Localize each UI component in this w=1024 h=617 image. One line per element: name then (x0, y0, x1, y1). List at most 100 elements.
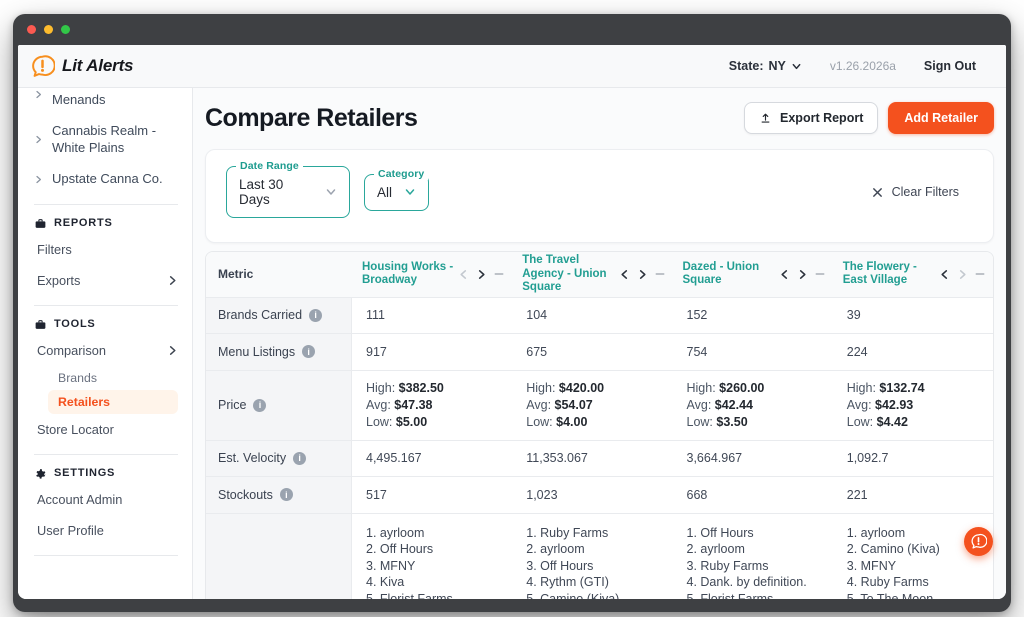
reports-section-header: REPORTS (34, 217, 178, 230)
move-column-left-icon[interactable] (619, 269, 630, 280)
metric-value: 4,495.167 (352, 441, 512, 476)
info-icon[interactable]: i (280, 488, 293, 501)
sidebar-retailer-menands[interactable]: Menands (34, 90, 178, 116)
metric-value: 668 (673, 477, 833, 513)
metric-value: 11,353.067 (512, 441, 672, 476)
category-value: All (377, 185, 392, 200)
app-content: Lit Alerts State: NY v1.26.2026a Sign Ou… (18, 45, 1006, 599)
table-row-price: Pricei High: $382.50 Avg: $47.38 Low: $5… (206, 371, 993, 441)
date-range-select[interactable]: Date Range Last 30 Days (226, 166, 350, 218)
retailer-column-header: Housing Works - Broadway (352, 252, 512, 297)
move-column-left-icon[interactable] (779, 269, 790, 280)
gear-icon (34, 467, 47, 480)
metric-value: 1,092.7 (833, 441, 993, 476)
price-breakdown: High: $382.50 Avg: $47.38 Low: $5.00 (366, 380, 444, 431)
zoom-window-button[interactable] (61, 25, 70, 34)
chevron-right-icon (34, 175, 43, 184)
sidebar-retailer-upstate-canna[interactable]: Upstate Canna Co. (34, 164, 178, 195)
sign-out-button[interactable]: Sign Out (924, 59, 976, 73)
window-titlebar (13, 14, 1011, 45)
divider (34, 204, 178, 205)
table-row-stockouts: Stockoutsi 517 1,023 668 221 (206, 477, 993, 514)
metric-value: 1,023 (512, 477, 672, 513)
close-window-button[interactable] (27, 25, 36, 34)
retailer-column-header: The Travel Agency - Union Square (512, 252, 672, 297)
export-icon (759, 112, 772, 125)
category-select[interactable]: Category All (364, 174, 429, 211)
chevron-down-icon (791, 61, 802, 72)
date-range-value: Last 30 Days (239, 177, 313, 207)
app-window: Lit Alerts State: NY v1.26.2026a Sign Ou… (13, 14, 1011, 612)
category-label: Category (374, 168, 428, 180)
metric-value: 754 (673, 334, 833, 370)
retailer-name-link[interactable]: The Travel Agency - Union Square (522, 254, 615, 295)
sidebar-retailer-cannabis-realm[interactable]: Cannabis Realm - White Plains (34, 116, 178, 164)
tools-section-header: TOOLS (34, 318, 178, 331)
retailer-name-link[interactable]: The Flowery - East Village (843, 261, 936, 288)
price-breakdown: High: $260.00 Avg: $42.44 Low: $3.50 (687, 380, 765, 431)
remove-column-icon[interactable] (494, 269, 504, 279)
metric-label: Brands Carried (218, 308, 302, 322)
info-icon[interactable]: i (253, 399, 266, 412)
sidebar-item-label: Menands (52, 92, 105, 109)
remove-column-icon[interactable] (975, 269, 985, 279)
table-row-brands-carried: Brands Carriedi 111 104 152 39 (206, 298, 993, 334)
metric-label: Stockouts (218, 488, 273, 502)
price-breakdown: High: $132.74 Avg: $42.93 Low: $4.42 (847, 380, 925, 431)
retailer-name-link[interactable]: Dazed - Union Square (683, 261, 776, 288)
metric-value: 675 (512, 334, 672, 370)
divider (34, 305, 178, 306)
sidebar-item-comparison[interactable]: Comparison (34, 335, 178, 366)
sidebar-item-retailers[interactable]: Retailers (48, 390, 178, 414)
move-column-right-icon[interactable] (797, 269, 808, 280)
divider (34, 555, 178, 556)
metric-value: 224 (833, 334, 993, 370)
retailer-name-link[interactable]: Housing Works - Broadway (362, 261, 455, 288)
remove-column-icon[interactable] (815, 269, 825, 279)
alert-bubble-icon (30, 54, 55, 79)
sidebar-item-store-locator[interactable]: Store Locator (34, 414, 178, 445)
minimize-window-button[interactable] (44, 25, 53, 34)
move-column-left-icon[interactable] (939, 269, 950, 280)
chevron-right-icon (167, 275, 178, 286)
sidebar-item-user-profile[interactable]: User Profile (34, 515, 178, 546)
help-fab-button[interactable] (964, 527, 993, 556)
table-row-menu-listings: Menu Listingsi 917 675 754 224 (206, 334, 993, 371)
retailer-column-header: The Flowery - East Village (833, 252, 993, 297)
top-brands-list: 1. ayrloom 2. Off Hours 3. MFNY 4. Kiva … (366, 516, 486, 599)
metric-value: 111 (352, 298, 512, 333)
sidebar-item-exports[interactable]: Exports (34, 265, 178, 296)
move-column-right-icon[interactable] (957, 269, 968, 280)
state-selector[interactable]: State: NY (729, 59, 802, 73)
alert-bubble-icon (970, 533, 987, 550)
metric-label: Menu Listings (218, 345, 295, 359)
info-icon[interactable]: i (293, 452, 306, 465)
remove-column-icon[interactable] (655, 269, 665, 279)
top-brands-list: 1. Ruby Farms 2. ayrloom 3. Off Hours 4.… (526, 516, 619, 599)
info-icon[interactable]: i (309, 309, 322, 322)
move-column-right-icon[interactable] (637, 269, 648, 280)
export-report-button[interactable]: Export Report (744, 102, 878, 134)
page-title: Compare Retailers (205, 104, 417, 133)
price-breakdown: High: $420.00 Avg: $54.07 Low: $4.00 (526, 380, 604, 431)
date-range-label: Date Range (236, 160, 303, 172)
top-navbar: Lit Alerts State: NY v1.26.2026a Sign Ou… (18, 45, 1006, 88)
move-column-right-icon[interactable] (476, 269, 487, 280)
sidebar: Menands Cannabis Realm - White Plains Up… (18, 88, 193, 599)
metric-label: Price (218, 398, 246, 412)
metric-value: 3,664.967 (673, 441, 833, 476)
sidebar-item-filters[interactable]: Filters (34, 234, 178, 265)
add-retailer-button[interactable]: Add Retailer (888, 102, 994, 134)
sidebar-item-account-admin[interactable]: Account Admin (34, 484, 178, 515)
move-column-left-icon[interactable] (458, 269, 469, 280)
metric-value: 39 (833, 298, 993, 333)
clear-filters-button[interactable]: Clear Filters (872, 185, 973, 199)
info-icon[interactable]: i (302, 345, 315, 358)
settings-section-header: SETTINGS (34, 467, 178, 480)
sidebar-item-brands[interactable]: Brands (48, 366, 178, 390)
filter-bar: Date Range Last 30 Days Category All Cle… (205, 149, 994, 243)
metric-value: 221 (833, 477, 993, 513)
state-value: NY (768, 59, 785, 73)
chevron-right-icon (167, 345, 178, 356)
brand-logo[interactable]: Lit Alerts (30, 54, 133, 79)
